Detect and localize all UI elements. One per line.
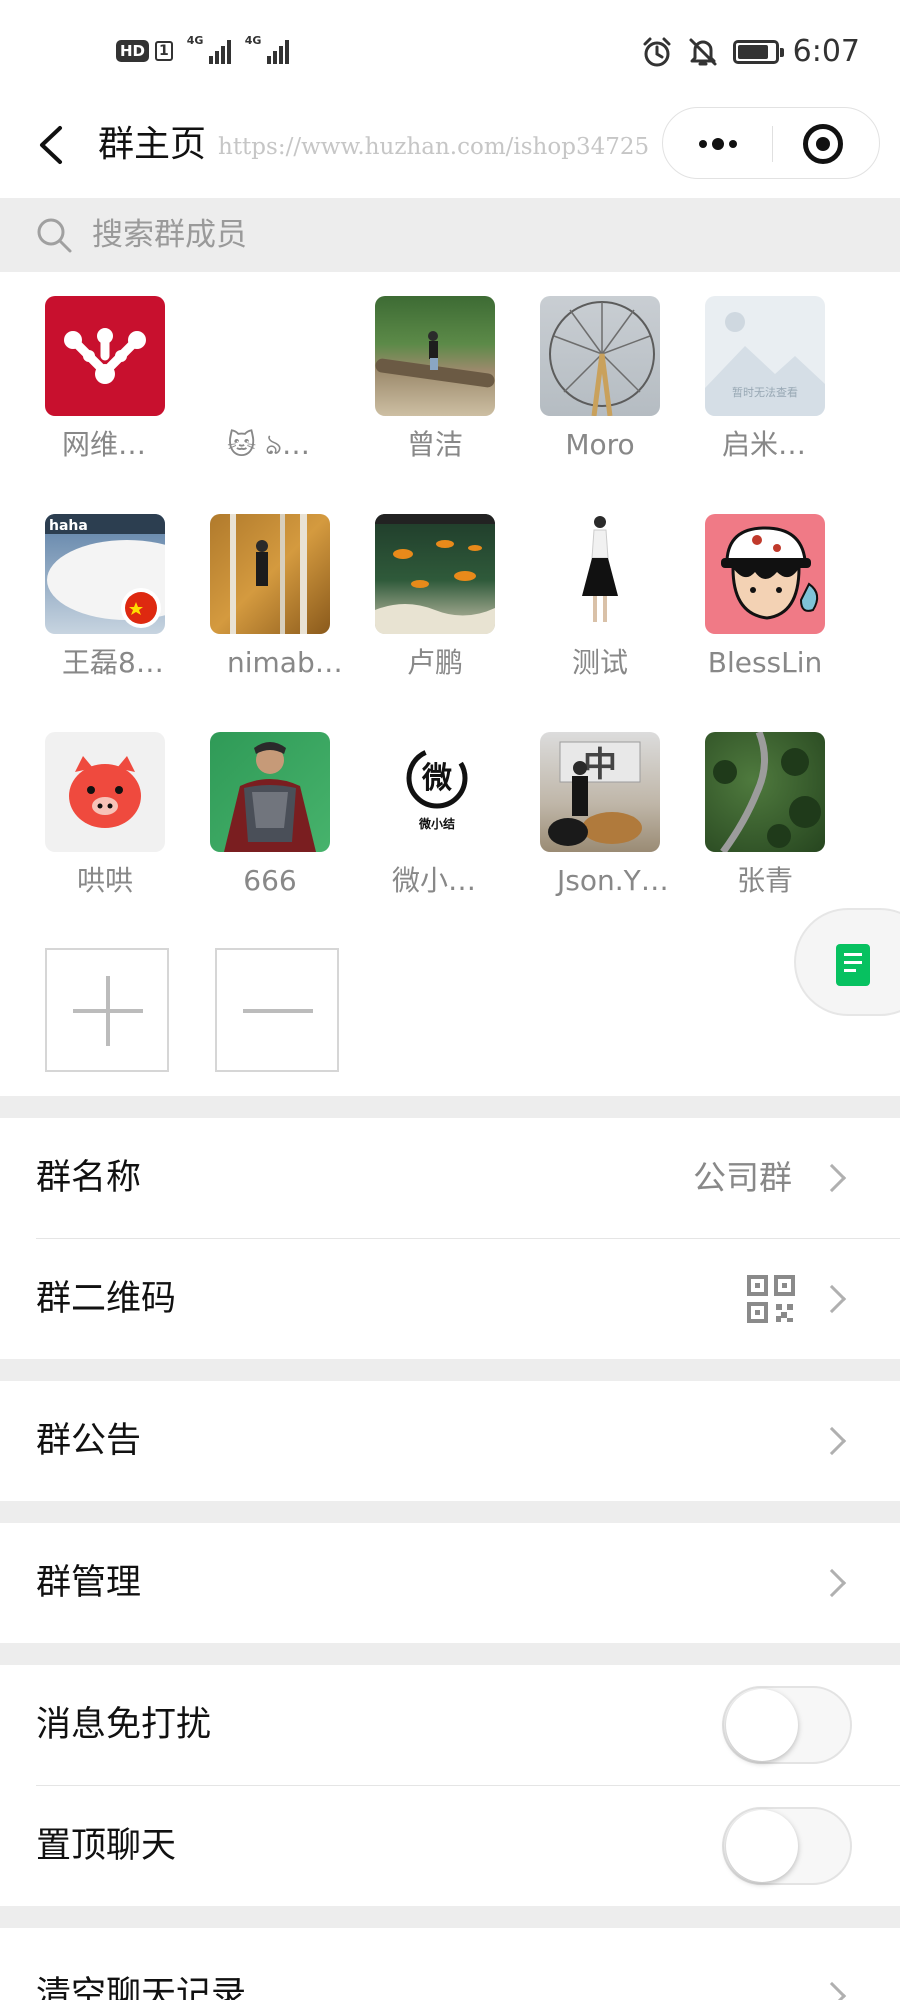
minus-icon: [243, 1009, 313, 1013]
member-avatar: 中: [540, 732, 660, 852]
more-dots-icon[interactable]: [677, 114, 759, 174]
remove-member-button[interactable]: [215, 948, 339, 1072]
group-name-value: 公司群: [693, 1158, 792, 1197]
member-avatar: [45, 296, 165, 416]
clock-time: 6:07: [792, 34, 860, 69]
member-avatar: [210, 514, 330, 634]
capsule-divider: [772, 126, 773, 162]
page-title: 群主页: [98, 124, 207, 165]
clear-history-label: 清空聊天记录: [36, 1975, 247, 2000]
member-search-bar[interactable]: 搜索群成员: [0, 198, 900, 272]
search-icon: [37, 218, 72, 253]
announcement-row[interactable]: 群公告: [0, 1381, 900, 1501]
mute-bell-icon: [689, 38, 717, 65]
group-qr-label: 群二维码: [36, 1279, 177, 1319]
qr-code-icon: [747, 1275, 795, 1323]
member-avatar: [540, 296, 660, 416]
status-right: 6:07: [641, 34, 860, 69]
group-qr-row[interactable]: 群二维码: [0, 1239, 900, 1359]
toggle-knob: [726, 1689, 798, 1761]
member-grid: 网维… 🐱 ঌ… 曾洁 Moro 暂时无法查看 启米… haha 王磊8… ni…: [0, 272, 900, 1096]
network-type-label: 4G: [186, 34, 204, 47]
toggle-knob: [726, 1810, 798, 1882]
avatar-logo-text: 微: [421, 761, 452, 796]
member-avatar: [375, 296, 495, 416]
floating-document-button[interactable]: [794, 908, 900, 1016]
mute-toggle[interactable]: [722, 1686, 852, 1764]
chevron-right-icon: [817, 1163, 847, 1193]
mute-label: 消息免打扰: [36, 1705, 212, 1745]
section-gap: [0, 1906, 900, 1928]
chevron-right-icon: [817, 1426, 847, 1456]
signal-icon: 4G: [245, 34, 289, 64]
group-name-row[interactable]: 群名称 公司群: [0, 1118, 900, 1238]
member-name: 哄哄: [76, 864, 133, 897]
member-name: 张青: [736, 864, 793, 897]
member-name: 666: [243, 864, 297, 897]
search-input[interactable]: 搜索群成员: [92, 214, 247, 256]
battery-icon: [732, 39, 784, 64]
member-avatar: 微 微小结: [375, 732, 495, 852]
mini-close-icon[interactable]: [803, 124, 843, 164]
member-name: 网维…: [62, 428, 147, 461]
pin-row: 置顶聊天: [0, 1786, 900, 1906]
watermark-url: https://www.huzhan.com/ishop34725: [218, 134, 650, 160]
member-avatar: [375, 514, 495, 634]
member-name: Json.Y…: [557, 864, 669, 897]
announcement-label: 群公告: [36, 1421, 142, 1461]
member-avatar: haha: [45, 514, 165, 634]
group-manage-label: 群管理: [36, 1563, 142, 1603]
member-name: 卢鹏: [406, 646, 463, 679]
member-name: 曾洁: [406, 428, 463, 461]
section-gap: [0, 1359, 900, 1381]
member-name: 王磊8…: [62, 646, 164, 679]
section-gap: [0, 1643, 900, 1665]
plus-icon-vertical: [106, 976, 110, 1046]
member-name: 启米…: [722, 428, 807, 461]
chevron-left-icon[interactable]: [28, 120, 78, 170]
member-avatar: [210, 296, 330, 416]
sim-number: 1: [155, 41, 173, 61]
member-name: 微小…: [392, 864, 477, 897]
member-avatar: [540, 514, 660, 634]
document-icon: [836, 944, 870, 986]
avatar-caption: haha: [49, 518, 88, 534]
member-avatar: [210, 732, 330, 852]
member-name: BlessLin: [707, 646, 823, 679]
member-name: 🐱 ঌ…: [227, 428, 310, 461]
chevron-right-icon: [817, 1284, 847, 1314]
alarm-icon: [643, 37, 671, 66]
member-name: Moro: [565, 428, 635, 461]
group-manage-row[interactable]: 群管理: [0, 1523, 900, 1643]
mute-row: 消息免打扰: [0, 1665, 900, 1785]
member-avatar: [705, 514, 825, 634]
group-name-label: 群名称: [36, 1158, 142, 1198]
signal-icon: 4G: [187, 34, 231, 64]
pin-label: 置顶聊天: [36, 1826, 177, 1866]
network-type-label: 4G: [244, 34, 262, 47]
avatar-caption: 微小结: [418, 816, 455, 831]
section-gap: [0, 1096, 900, 1118]
avatar-caption: 暂时无法查看: [732, 385, 798, 399]
status-left: HD 1 4G 4G: [116, 34, 289, 64]
member-name: 测试: [571, 646, 628, 679]
hd-badge: HD: [116, 40, 150, 62]
chevron-right-icon: [817, 1981, 847, 2000]
status-bar: HD 1 4G 4G 6:07: [0, 0, 900, 100]
add-member-button[interactable]: [45, 948, 169, 1072]
nav-bar: 群主页 https://www.huzhan.com/ishop34725: [0, 100, 900, 198]
clear-history-row[interactable]: 清空聊天记录: [0, 1928, 900, 2000]
member-avatar: [45, 732, 165, 852]
section-gap: [0, 1501, 900, 1523]
mini-program-capsule: [662, 107, 880, 179]
pin-toggle[interactable]: [722, 1807, 852, 1885]
member-avatar: [705, 732, 825, 852]
chevron-right-icon: [817, 1568, 847, 1598]
member-name: nimab…: [227, 646, 343, 679]
avatar-caption: 中: [583, 745, 617, 785]
member-avatar: 暂时无法查看: [705, 296, 825, 416]
